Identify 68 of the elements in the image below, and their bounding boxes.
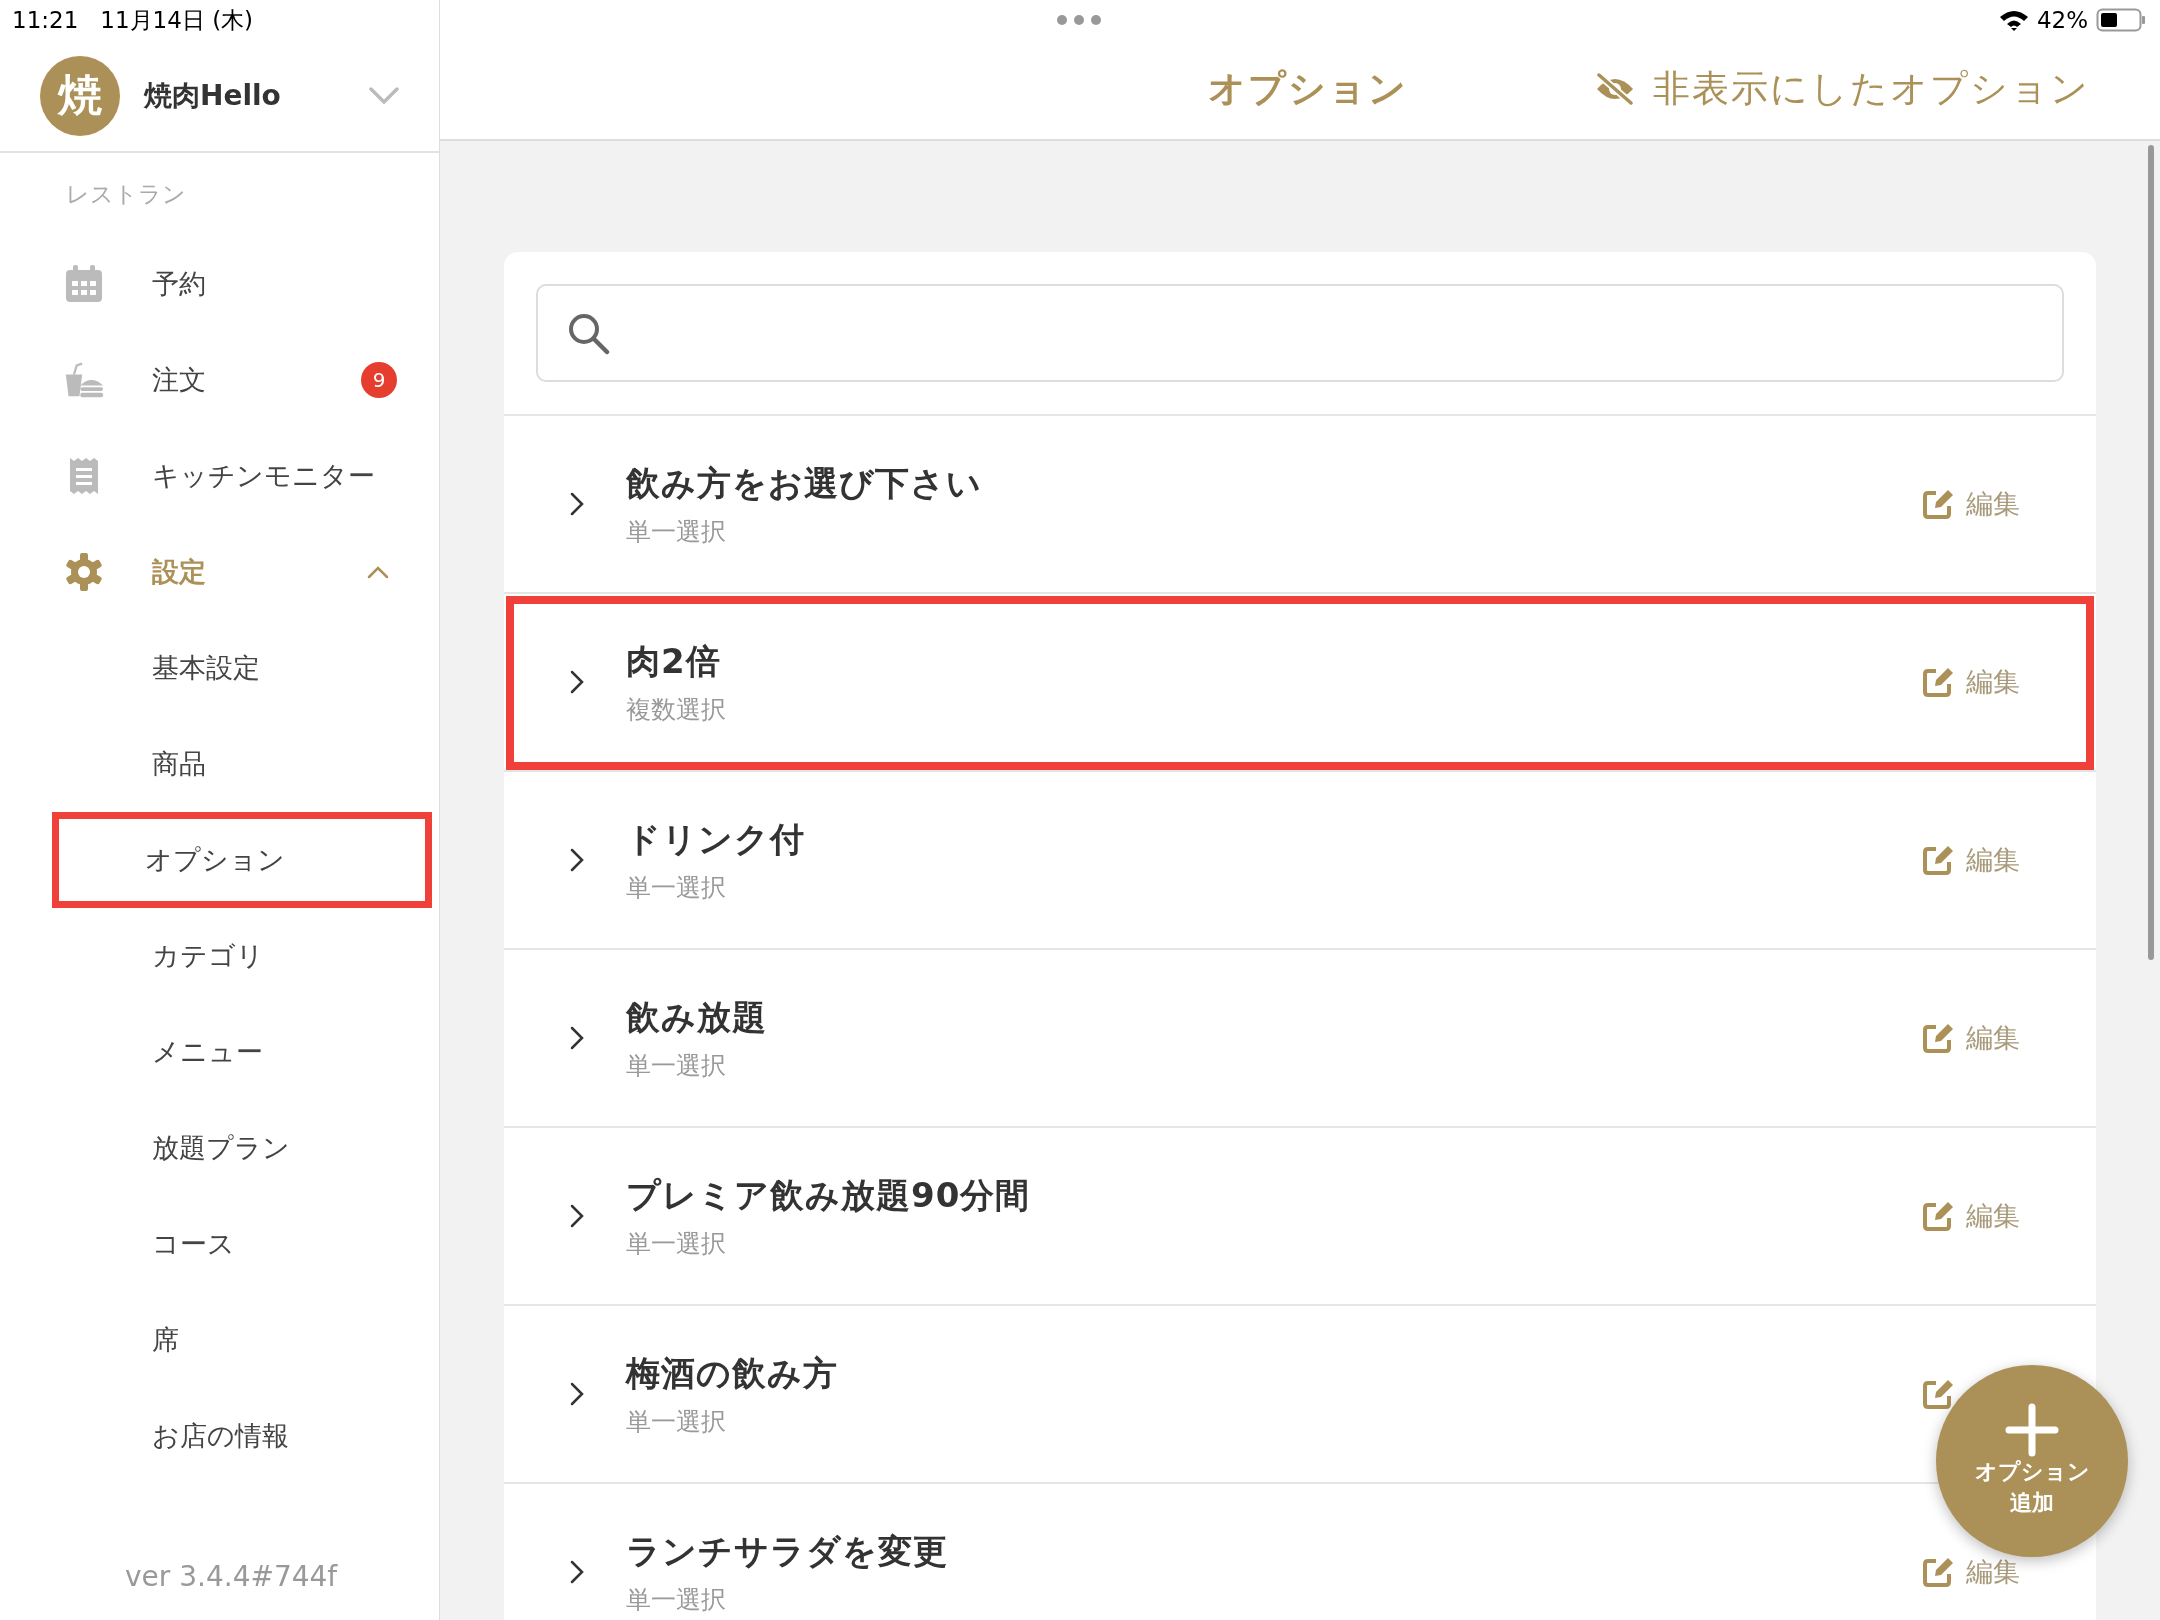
option-type: 単一選択 [626, 515, 727, 548]
edit-button[interactable] [1922, 1378, 1954, 1410]
option-row[interactable]: ドリンク付 単一選択 [570, 772, 1882, 948]
account-name[interactable]: 焼肉Hello [144, 76, 369, 115]
sidebar-subitem[interactable]: 商品 [52, 716, 432, 812]
sidebar-subitem[interactable]: 放題プラン [52, 1100, 432, 1196]
option-type: 単一選択 [626, 1049, 727, 1082]
edit-icon [1922, 488, 1954, 520]
sidebar-subitem[interactable]: コース [52, 1196, 432, 1292]
version-label: ver 3.4.4#744f [125, 1559, 338, 1593]
battery-percent: 42% [2036, 7, 2088, 33]
option-type: 単一選択 [626, 1227, 727, 1260]
page-title: オプション [1208, 66, 1408, 112]
option-row[interactable]: 飲み放題 単一選択 [570, 950, 1882, 1126]
option-type: 単一選択 [626, 871, 727, 904]
sidebar-subitem[interactable]: オプション [52, 812, 432, 908]
option-row[interactable]: プレミア飲み放題90分間 単一選択 [570, 1128, 1882, 1304]
option-name: ドリンク付 [626, 817, 806, 861]
sidebar-subitem[interactable]: 基本設定 [52, 620, 432, 716]
option-type: 単一選択 [626, 1405, 727, 1438]
sidebar-item[interactable]: キッチンモニター [0, 428, 439, 524]
chevron-right-icon[interactable] [570, 1560, 584, 1584]
chevron-right-icon[interactable] [570, 1026, 584, 1050]
chevron-icon[interactable] [367, 565, 389, 579]
edit-icon [1922, 1200, 1954, 1232]
sidebar-subitem[interactable]: 席 [52, 1292, 432, 1388]
search-field[interactable] [536, 284, 2064, 382]
option-name: 飲み方をお選び下さい [626, 461, 983, 505]
sidebar-item[interactable]: 注文 9 [0, 332, 439, 428]
option-name: プレミア飲み放題90分間 [626, 1173, 1032, 1217]
option-row[interactable]: 飲み方をお選び下さい 単一選択 [570, 416, 1882, 592]
plus-icon [2005, 1403, 2059, 1458]
sidebar-subitem[interactable]: カテゴリ [52, 908, 432, 1004]
calendar-icon [64, 264, 104, 304]
edit-icon [1922, 844, 1954, 876]
edit-icon [1922, 1378, 1954, 1410]
edit-icon [1922, 1022, 1954, 1054]
option-name: 肉2倍 [626, 639, 722, 683]
more-icon[interactable] [1056, 14, 1102, 26]
wifi-icon [1998, 9, 2029, 31]
search-icon [566, 311, 610, 355]
option-type: 単一選択 [626, 1583, 727, 1616]
option-type: 複数選択 [626, 693, 727, 726]
chevron-right-icon[interactable] [570, 1382, 584, 1406]
eye-slash-icon [1595, 73, 1635, 105]
option-row[interactable]: ランチサラダを変更 単一選択 [570, 1484, 1882, 1620]
option-row[interactable]: 梅酒の飲み方 単一選択 [570, 1306, 1882, 1482]
notification-badge: 9 [361, 362, 397, 398]
battery-icon [2096, 8, 2146, 32]
settings-icon [64, 552, 104, 592]
option-row[interactable]: 肉2倍 複数選択 [570, 594, 1882, 770]
status-time: 11:21 [12, 7, 79, 33]
chevron-right-icon[interactable] [570, 670, 584, 694]
edit-icon [1922, 666, 1954, 698]
edit-icon [1922, 1556, 1954, 1588]
sidebar-item[interactable]: 予約 [0, 236, 439, 332]
chevron-right-icon[interactable] [570, 848, 584, 872]
sidebar-subitem[interactable]: お店の情報 [52, 1388, 432, 1484]
option-name: 梅酒の飲み方 [626, 1351, 839, 1395]
chevron-right-icon[interactable] [570, 492, 584, 516]
option-name: 飲み放題 [626, 995, 768, 1039]
status-date: 11月14日 (木) [100, 5, 254, 35]
option-name: ランチサラダを変更 [626, 1529, 949, 1573]
sidebar-subitem[interactable]: メニュー [52, 1004, 432, 1100]
drink-burger-icon [64, 360, 104, 400]
chevron-right-icon[interactable] [570, 1204, 584, 1228]
avatar: 焼 [40, 55, 120, 136]
section-label: レストラン [65, 180, 187, 209]
